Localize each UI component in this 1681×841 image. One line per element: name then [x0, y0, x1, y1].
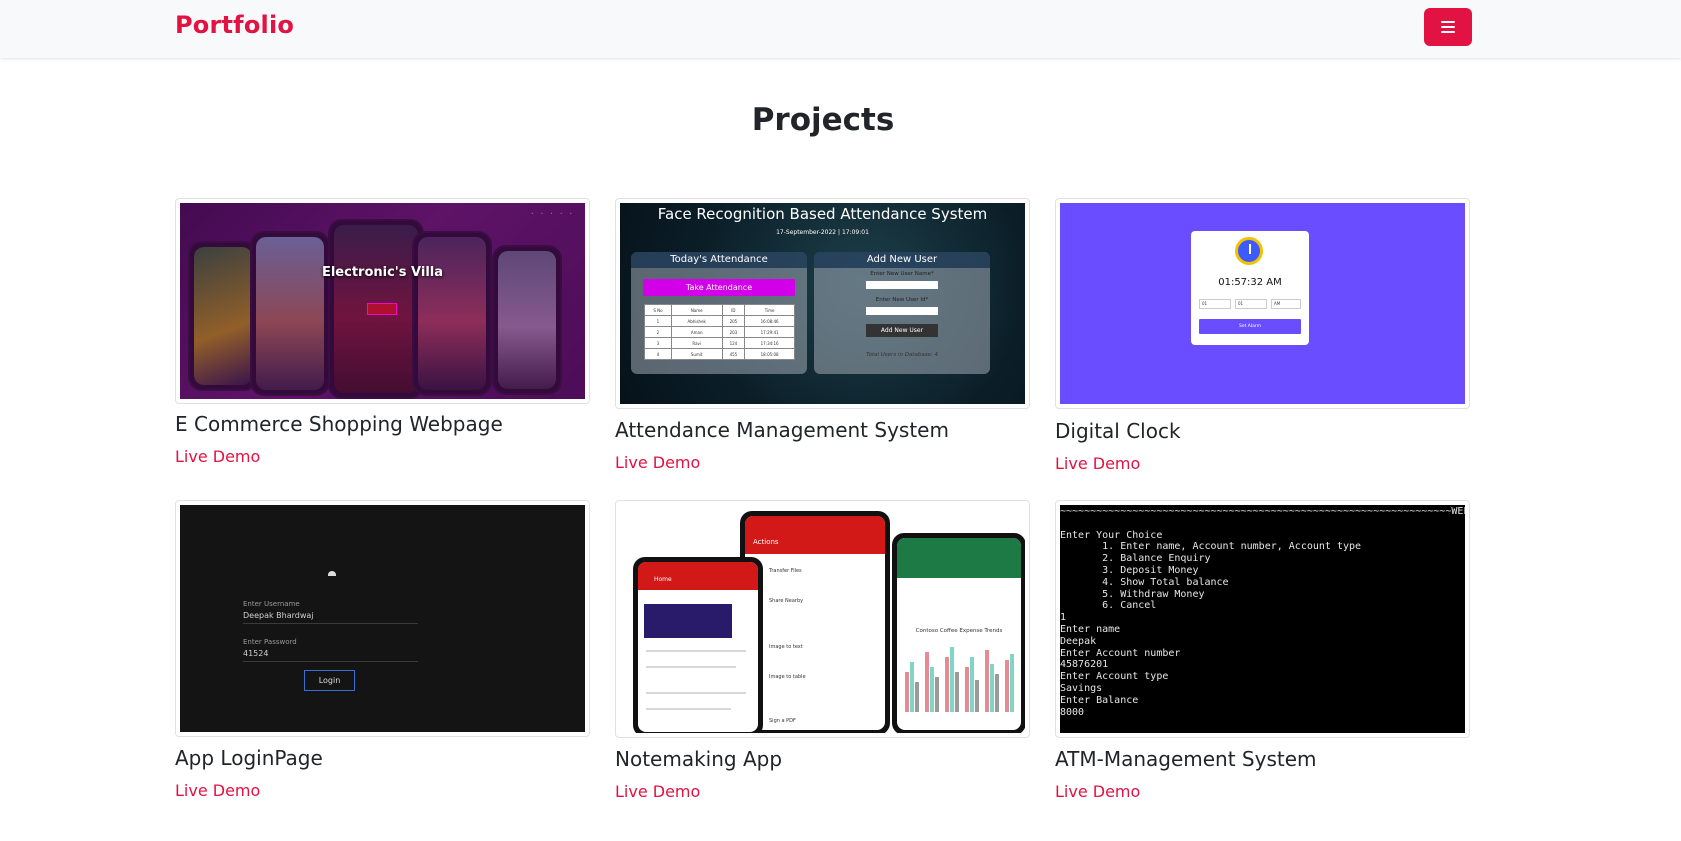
- project-thumbnail[interactable]: ~~~~~~~~~~~~~~~~~~~~~~~~~~~~~~~~~~~~~~~~…: [1055, 500, 1470, 738]
- alarm-clock-icon: [1235, 237, 1263, 265]
- android-icon: [328, 571, 336, 576]
- live-demo-link[interactable]: Live Demo: [175, 781, 260, 800]
- brand-logo[interactable]: Portfolio: [175, 11, 294, 39]
- project-thumbnail[interactable]: Actions Transfer Files Share Nearby Imag…: [615, 500, 1030, 738]
- project-title: Digital Clock: [1055, 419, 1181, 443]
- project-title: App LoginPage: [175, 746, 323, 770]
- project-title: E Commerce Shopping Webpage: [175, 412, 503, 436]
- live-demo-link[interactable]: Live Demo: [615, 453, 700, 472]
- live-demo-link[interactable]: Live Demo: [1055, 782, 1140, 801]
- project-thumbnail[interactable]: Face Recognition Based Attendance System…: [615, 198, 1030, 409]
- thumb-title: Electronic's Villa: [321, 265, 444, 280]
- navbar: Portfolio: [0, 0, 1681, 58]
- bar-chart-image: [905, 647, 1014, 712]
- live-demo-link[interactable]: Live Demo: [615, 782, 700, 801]
- menu-toggle-button[interactable]: [1424, 8, 1472, 46]
- console-output: ~~~~~~~~~~~~~~~~~~~~~~~~~~~~~~~~~~~~~~~~…: [1060, 505, 1465, 733]
- section-title: Projects: [751, 102, 895, 138]
- project-thumbnail[interactable]: • • • • • Electronic's Villa: [175, 198, 590, 404]
- hamburger-icon: [1441, 21, 1455, 23]
- project-title: Attendance Management System: [615, 418, 949, 442]
- project-thumbnail[interactable]: 01:57:32 AM 01 01 AM Set Alarm: [1055, 198, 1470, 409]
- live-demo-link[interactable]: Live Demo: [1055, 454, 1140, 473]
- project-title: ATM-Management System: [1055, 747, 1317, 771]
- live-demo-link[interactable]: Live Demo: [175, 447, 260, 466]
- project-title: Notemaking App: [615, 747, 783, 771]
- project-thumbnail[interactable]: Enter Username Deepak Bhardwaj Enter Pas…: [175, 500, 590, 737]
